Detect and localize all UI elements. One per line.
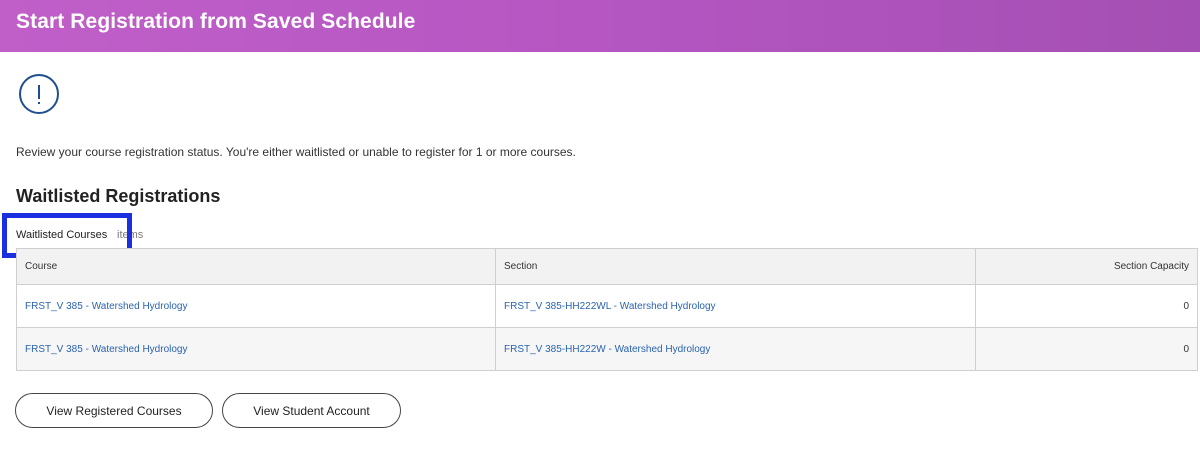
view-registered-courses-button[interactable]: View Registered Courses	[15, 393, 213, 428]
capacity-value: 0	[1183, 343, 1189, 355]
capacity-cell: 0	[975, 285, 1197, 327]
course-link[interactable]: FRST_V 385 - Watershed Hydrology	[25, 344, 187, 355]
capacity-value: 0	[1183, 300, 1189, 312]
section-cell: FRST_V 385-HH222WL - Watershed Hydrology	[495, 285, 975, 327]
waitlisted-registrations-heading: Waitlisted Registrations	[16, 186, 221, 206]
table-row: FRST_V 385 - Watershed Hydrology FRST_V …	[17, 327, 1197, 370]
waitlisted-courses-table: Course Section Section Capacity FRST_V 3…	[16, 248, 1198, 371]
items-count-label: items	[117, 229, 144, 241]
column-header-course[interactable]: Course	[17, 249, 495, 284]
capacity-cell: 0	[975, 328, 1197, 370]
column-header-section[interactable]: Section	[495, 249, 975, 284]
section-link[interactable]: FRST_V 385-HH222W - Watershed Hydrology	[504, 344, 710, 355]
page-header: Start Registration from Saved Schedule	[0, 0, 1200, 52]
table-row: FRST_V 385 - Watershed Hydrology FRST_V …	[17, 284, 1197, 327]
status-message: Review your course registration status. …	[16, 145, 576, 159]
section-cell: FRST_V 385-HH222W - Watershed Hydrology	[495, 328, 975, 370]
column-header-section-capacity[interactable]: Section Capacity	[975, 249, 1197, 284]
waitlisted-courses-table-title: Waitlisted Courses	[16, 229, 108, 241]
section-link[interactable]: FRST_V 385-HH222WL - Watershed Hydrology	[504, 301, 716, 312]
exclamation-circle-icon	[19, 74, 59, 114]
view-student-account-button[interactable]: View Student Account	[222, 393, 401, 428]
table-header-row: Course Section Section Capacity	[17, 249, 1197, 284]
course-cell: FRST_V 385 - Watershed Hydrology	[17, 285, 495, 327]
course-link[interactable]: FRST_V 385 - Watershed Hydrology	[25, 301, 187, 312]
page-title: Start Registration from Saved Schedule	[16, 10, 416, 33]
course-cell: FRST_V 385 - Watershed Hydrology	[17, 328, 495, 370]
